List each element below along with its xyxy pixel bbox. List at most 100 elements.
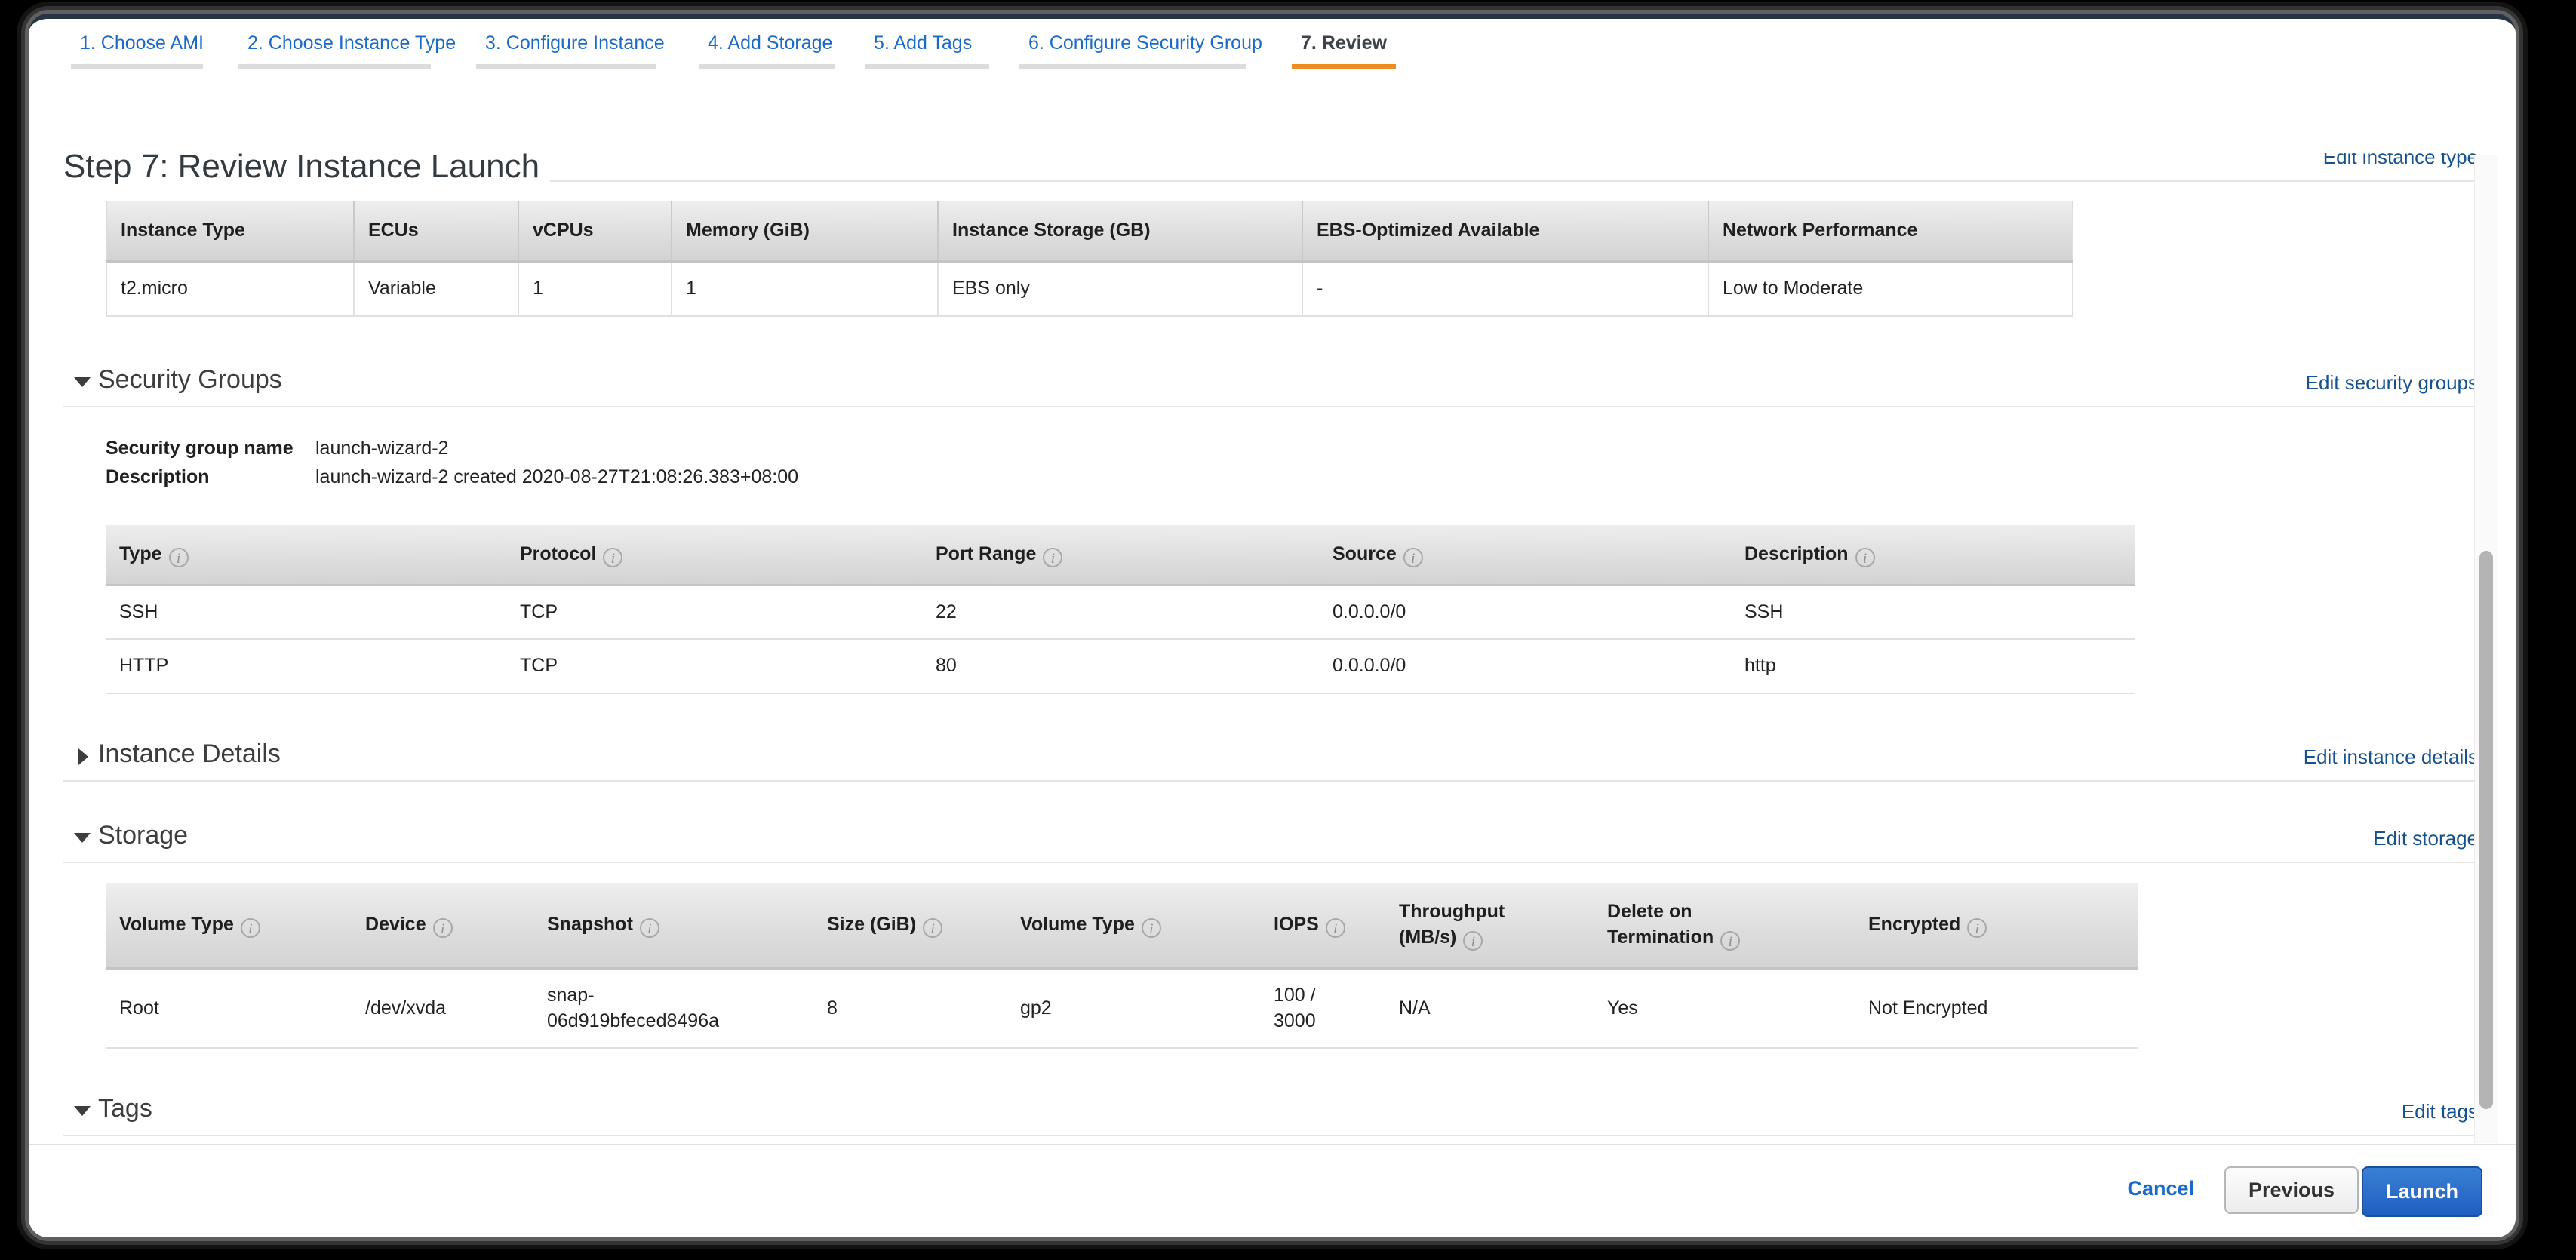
info-icon[interactable]: i	[1141, 917, 1161, 938]
table-body: t2.micro Variable 1 1 EBS only - Low to Modera…	[106, 261, 2073, 317]
edit-instance-details-link[interactable]: Edit instance details	[2304, 745, 2478, 769]
table-cell: Yes	[1594, 968, 1855, 1049]
table-head: Volume Type i Device i Snapshot i Size (GiB) i V…	[106, 883, 2138, 970]
section-instance-details: Instance Details Edit instance details	[29, 738, 2516, 782]
column-header-label: Instance Type	[121, 220, 245, 241]
edit-instance-type-link[interactable]: Edit instance type	[2323, 153, 2478, 169]
column-header: Snapshot i	[533, 883, 813, 970]
wizard-tab-7[interactable]: 7. Review	[1301, 32, 1387, 54]
launch-button[interactable]: Launch	[2361, 1166, 2482, 1217]
column-header-label: Type	[119, 542, 162, 564]
table-cell: SSH	[106, 585, 506, 641]
tab-underline-2	[238, 64, 431, 69]
info-icon[interactable]: i	[639, 917, 659, 938]
section-tags: Tags Edit tags KeyValueInstancesiVolumes…	[29, 1093, 2516, 1145]
vertical-scrollbar[interactable]	[2474, 155, 2498, 1143]
column-header-label: Description	[1744, 542, 1849, 564]
table-cell: Not Encrypted	[1855, 968, 2138, 1049]
table-cell: 0.0.0.0/0	[1319, 585, 1731, 641]
caret-right-icon[interactable]	[78, 748, 88, 765]
info-icon[interactable]: i	[1720, 930, 1741, 951]
column-header-label: Delete on Termination	[1607, 901, 1714, 948]
column-header: Port Range i	[922, 524, 1319, 586]
wizard-tab-4[interactable]: 4. Add Storage	[708, 32, 832, 54]
column-header: ECUs	[353, 201, 518, 263]
caret-down-icon[interactable]	[74, 376, 91, 387]
column-header-label: Size (GiB)	[827, 913, 917, 935]
wizard-tab-6[interactable]: 6. Configure Security Group	[1028, 32, 1262, 54]
info-icon[interactable]: i	[1403, 547, 1423, 567]
tab-underline-7	[1292, 64, 1396, 69]
edit-storage-link[interactable]: Edit storage	[2373, 827, 2478, 850]
table-cell: 80	[922, 639, 1319, 694]
table-head: Type i Protocol i Port Range i Source i Descript…	[106, 524, 2135, 586]
column-header: Instance Type	[106, 201, 354, 263]
info-icon[interactable]: i	[923, 917, 943, 938]
info-icon[interactable]: i	[1463, 930, 1483, 951]
info-icon[interactable]: i	[240, 917, 260, 938]
section-title: Security Groups	[98, 364, 282, 394]
table-cell: 1	[518, 261, 672, 317]
column-header: Volume Type i	[1007, 883, 1260, 970]
tab-underline-3	[476, 64, 656, 69]
info-icon[interactable]: i	[1043, 547, 1063, 567]
section-header-storage: Storage Edit storage	[63, 819, 2481, 863]
tab-underline-1	[71, 64, 203, 69]
table-cell: 8	[813, 968, 1007, 1049]
info-icon[interactable]: i	[1855, 547, 1875, 567]
column-header-label: EBS-Optimized Available	[1317, 220, 1540, 241]
wizard-footer: Cancel Previous Launch	[29, 1144, 2516, 1237]
table-row: HTTP TCP 80 0.0.0.0/0 http	[106, 639, 2135, 694]
info-icon[interactable]: i	[603, 547, 623, 567]
detail-row: Description launch-wizard-2 created 2020-…	[106, 466, 2516, 495]
detail-value: launch-wizard-2 created 2020-08-27T21:08…	[315, 466, 799, 487]
column-header-label: Snapshot	[547, 913, 633, 935]
column-header: Size (GiB) i	[813, 883, 1007, 970]
column-header: Throughput (MB/s) i	[1385, 883, 1594, 970]
wizard-tab-5[interactable]: 5. Add Tags	[874, 32, 972, 54]
table-cell: gp2	[1007, 968, 1260, 1049]
info-icon[interactable]: i	[432, 917, 453, 938]
table-cell: snap- 06d919bfeced8496a	[533, 968, 813, 1049]
info-icon[interactable]: i	[1325, 917, 1345, 938]
caret-down-icon[interactable]	[74, 1106, 91, 1117]
wizard-tab-1[interactable]: 1. Choose AMI	[80, 32, 204, 54]
column-header: Instance Storage (GB)	[937, 201, 1302, 263]
column-header-label: Memory (GiB)	[686, 220, 810, 241]
table-cell: t2.micro	[106, 261, 354, 317]
table-cell: /dev/xvda	[352, 968, 533, 1049]
column-header: Delete on Termination i	[1594, 883, 1855, 970]
security-rules-table-wrapper: Type i Protocol i Port Range i Source i Descript…	[106, 524, 2481, 695]
table-cell: Root	[106, 968, 352, 1049]
storage-table-wrapper: Volume Type i Device i Snapshot i Size (GiB) i V…	[106, 883, 2481, 1049]
column-header: Description i	[1731, 524, 2135, 586]
edit-security-groups-link[interactable]: Edit security groups	[2306, 371, 2478, 395]
info-icon[interactable]: i	[168, 547, 189, 567]
table-header-row: Volume Type i Device i Snapshot i Size (GiB) i V…	[106, 883, 2138, 970]
table-cell: TCP	[506, 639, 922, 694]
table-row: SSH TCP 22 0.0.0.0/0 SSH	[106, 585, 2135, 641]
wizard-tab-3[interactable]: 3. Configure Instance	[485, 32, 665, 54]
edit-tags-link[interactable]: Edit tags	[2402, 1100, 2478, 1123]
section-header-tags: Tags Edit tags	[63, 1093, 2481, 1137]
table-cell: Low to Moderate	[1708, 261, 2073, 317]
column-header-label: Volume Type	[119, 913, 234, 935]
wizard-tab-2[interactable]: 2. Choose Instance Type	[247, 32, 456, 54]
previous-button[interactable]: Previous	[2224, 1166, 2359, 1214]
detail-label: Security group name	[106, 437, 294, 459]
table-cell: SSH	[1731, 585, 2135, 641]
column-header: IOPS i	[1260, 883, 1385, 970]
column-header: Device i	[352, 883, 533, 970]
scrollbar-thumb[interactable]	[2479, 551, 2493, 1109]
column-header-label: vCPUs	[533, 220, 594, 241]
table-cell: http	[1731, 639, 2135, 694]
caret-down-icon[interactable]	[74, 833, 91, 843]
storage-table: Volume Type i Device i Snapshot i Size (GiB) i V…	[106, 883, 2138, 1049]
cancel-button[interactable]: Cancel	[2127, 1177, 2194, 1200]
section-security-groups: Security Groups Edit security groups Sec…	[29, 364, 2516, 695]
table-header-row: Instance Type ECUs vCPUs Memory (GiB) Instan…	[106, 201, 2073, 263]
column-header-label: Source	[1333, 542, 1397, 564]
table-cell: TCP	[506, 585, 922, 641]
info-icon[interactable]: i	[1967, 917, 1987, 938]
tab-underline-6	[1019, 64, 1246, 69]
